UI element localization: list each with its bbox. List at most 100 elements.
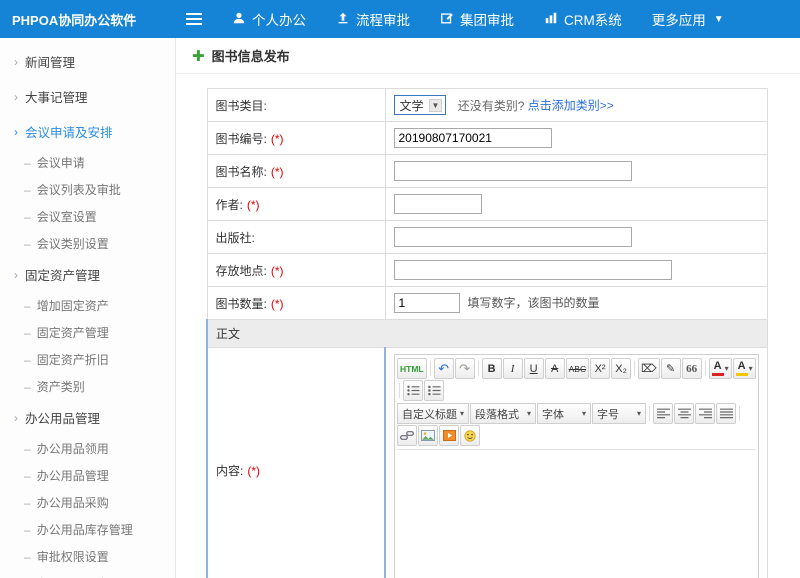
superscript-button[interactable]: X² (590, 358, 610, 379)
toolbar-separator (478, 361, 479, 376)
toolbar-separator (430, 361, 431, 376)
align-right-button[interactable] (695, 403, 715, 424)
italic-button[interactable]: I (503, 358, 523, 379)
sidebar-item-assets[interactable]: ›固定资产管理 (0, 257, 175, 292)
font-size-select[interactable]: 字号▾ (592, 403, 646, 424)
form-row-number: 图书编号:(*) (207, 122, 768, 155)
strikethrough-button[interactable]: A (545, 358, 565, 379)
category-select[interactable]: 文学 ▼ (394, 95, 447, 115)
align-left-button[interactable] (653, 403, 673, 424)
underline-button[interactable]: U (524, 358, 544, 379)
category-label: 图书类目: (216, 99, 267, 113)
html-source-button[interactable]: HTML (397, 358, 427, 379)
undo-button[interactable]: ↶ (434, 358, 454, 379)
page-header: ✚ 图书信息发布 (176, 38, 800, 74)
toolbar-separator (634, 361, 635, 376)
sidebar-item-asset-category[interactable]: –资产类别 (0, 373, 175, 400)
caret-down-icon: ▾ (460, 409, 464, 418)
sidebar-item-supplies-claim[interactable]: –办公用品领用 (0, 435, 175, 462)
insert-image-button[interactable] (418, 425, 438, 446)
dash-icon: – (24, 496, 31, 510)
nav-crm-system[interactable]: CRM系统 (544, 9, 622, 29)
author-label: 作者: (216, 198, 243, 212)
sidebar-item-meeting-list[interactable]: –会议列表及审批 (0, 176, 175, 203)
insert-media-button[interactable] (439, 425, 459, 446)
highlight-color-button[interactable]: A▾ (733, 358, 756, 379)
redo-button[interactable]: ↷ (455, 358, 475, 379)
sidebar-item-meeting-apply[interactable]: –会议申请 (0, 149, 175, 176)
chevron-right-icon: › (14, 411, 18, 425)
sidebar-item-memorabilia[interactable]: ›大事记管理 (0, 79, 175, 114)
sidebar-item-meeting[interactable]: ›会议申请及安排 (0, 114, 175, 149)
sidebar-item-asset-depreciation[interactable]: –固定资产折旧 (0, 346, 175, 373)
dash-icon: – (24, 183, 31, 197)
editor-content-area[interactable] (397, 449, 756, 578)
nav-personal-office[interactable]: 个人办公 (232, 9, 306, 29)
sidebar-item-supplies-category[interactable]: –办公用品分类设置 (0, 570, 175, 578)
chevron-right-icon: › (14, 90, 18, 104)
format-painter-button[interactable]: ✎ (661, 358, 681, 379)
link-icon (400, 430, 414, 441)
sidebar-item-supplies-purchase[interactable]: –办公用品采购 (0, 489, 175, 516)
sidebar-item-supplies-stock[interactable]: –办公用品库存管理 (0, 516, 175, 543)
caret-down-icon: ▾ (637, 409, 641, 418)
blockquote-button[interactable]: 66 (682, 358, 702, 379)
nav-more-apps[interactable]: 更多应用 ▼ (652, 9, 724, 29)
category-hint: 还没有类别? (458, 99, 528, 113)
app-logo: PHPOA协同办公软件 (0, 10, 176, 29)
form-row-location: 存放地点:(*) (207, 254, 768, 287)
user-icon (232, 11, 246, 28)
media-icon (443, 430, 456, 441)
paragraph-format-select[interactable]: 段落格式▾ (470, 403, 536, 424)
align-center-button[interactable] (674, 403, 694, 424)
publisher-label: 出版社: (216, 231, 255, 245)
location-input[interactable] (394, 260, 672, 280)
dash-icon: – (24, 353, 31, 367)
author-input[interactable] (394, 194, 482, 214)
remove-format-button[interactable]: ⌦ (638, 358, 660, 379)
caret-down-icon: ▾ (725, 364, 729, 373)
toolbar-separator (399, 383, 400, 398)
caret-down-icon: ▼ (429, 99, 443, 112)
bullet-list-button[interactable] (403, 380, 423, 401)
ordered-list-button[interactable] (424, 380, 444, 401)
align-justify-button[interactable] (716, 403, 736, 424)
sidebar-item-news[interactable]: ›新闻管理 (0, 44, 175, 79)
caret-down-icon: ▾ (527, 409, 531, 418)
add-category-link[interactable]: 点击添加类别>> (528, 99, 614, 113)
number-label: 图书编号: (216, 132, 267, 146)
toolbar-separator (705, 361, 706, 376)
custom-title-select[interactable]: 自定义标题▾ (397, 403, 469, 424)
book-form: 图书类目: 文学 ▼ 还没有类别? 点击添加类别>> 图书编号:(*) 图书名称… (206, 88, 768, 578)
book-name-input[interactable] (394, 161, 632, 181)
quantity-input[interactable] (394, 293, 460, 313)
sidebar-item-meeting-category[interactable]: –会议类别设置 (0, 230, 175, 257)
add-icon: ✚ (192, 47, 205, 65)
rich-text-editor: HTML ↶ ↷ B I U A ABC X² X₂ (394, 354, 759, 578)
dash-icon: – (24, 442, 31, 456)
sidebar-item-supplies[interactable]: ›办公用品管理 (0, 400, 175, 435)
publisher-input[interactable] (394, 227, 632, 247)
sidebar-item-meeting-room[interactable]: –会议室设置 (0, 203, 175, 230)
form-row-publisher: 出版社: (207, 221, 768, 254)
bold-button[interactable]: B (482, 358, 502, 379)
book-number-input[interactable] (394, 128, 552, 148)
subscript-button[interactable]: X₂ (611, 358, 631, 379)
nav-process-approval[interactable]: 流程审批 (336, 9, 410, 29)
chart-icon (544, 11, 558, 28)
link-button[interactable] (397, 425, 417, 446)
hamburger-menu-icon[interactable] (186, 10, 202, 28)
sidebar-item-supplies-manage[interactable]: –办公用品管理 (0, 462, 175, 489)
font-color-button[interactable]: A▾ (709, 358, 732, 379)
sidebar-item-asset-manage[interactable]: –固定资产管理 (0, 319, 175, 346)
bullet-list-icon (407, 385, 420, 396)
quantity-hint: 填写数字，该图书的数量 (468, 296, 600, 310)
dash-icon: – (24, 469, 31, 483)
font-family-select[interactable]: 字体▾ (537, 403, 591, 424)
nav-group-approval[interactable]: 集团审批 (440, 9, 514, 29)
sidebar-item-approval-permission[interactable]: –审批权限设置 (0, 543, 175, 570)
align-center-icon (678, 408, 691, 419)
spellcheck-button[interactable]: ABC (566, 358, 589, 379)
emoticon-button[interactable] (460, 425, 480, 446)
sidebar-item-asset-add[interactable]: –增加固定资产 (0, 292, 175, 319)
